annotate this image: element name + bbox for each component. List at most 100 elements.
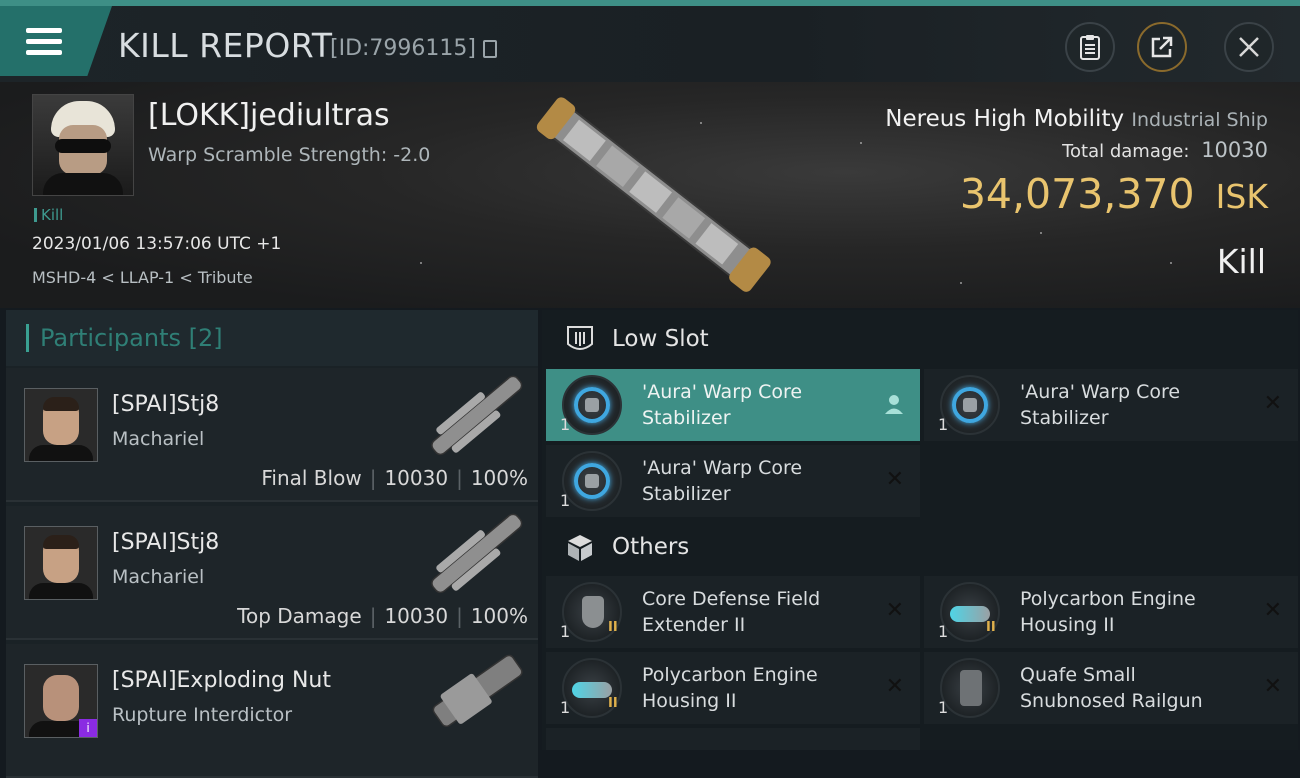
close-icon: ✕ [885,467,904,492]
tech2-badge: II [986,620,996,635]
copy-id-icon[interactable] [483,40,497,58]
victim-avatar[interactable] [32,94,134,196]
isk-value: 34,073,370 ISK [960,170,1268,218]
participant-name: [SPAI]Exploding Nut [112,668,331,693]
share-button[interactable] [1137,22,1187,72]
share-icon [1151,36,1173,58]
participant-ship-image [432,654,523,728]
participant-avatar[interactable]: i [24,664,98,738]
header-bar: KILL REPORT [ID:7996115] [0,6,1300,82]
person-icon [885,395,903,414]
ship-class: Industrial Ship [1131,109,1268,131]
module-qty: 1 [560,698,571,717]
close-icon: ✕ [1263,391,1282,416]
module-qty: 1 [560,415,571,434]
total-damage-value: 10030 [1201,138,1268,162]
participant-name: [SPAI]Stj8 [112,392,220,417]
participant-role: Top Damage [237,604,362,628]
close-icon: ✕ [1263,598,1282,623]
module-name: 'Aura' Warp Core Stabilizer [1020,381,1181,429]
victim-summary: [LOKK]jediultras Warp Scramble Strength:… [0,82,1300,308]
participant-role: Final Blow [261,466,362,490]
low-slot-icon [567,326,593,350]
victim-ship-image[interactable] [520,88,790,298]
participant-avatar[interactable] [24,388,98,462]
module-item-partial[interactable] [546,728,920,750]
isk-amount: 34,073,370 [959,170,1195,218]
others-header: Others [542,518,1298,578]
module-item[interactable]: 1 'Aura' Warp Core Stabilizer ✕ [546,445,920,517]
participant-ship-image [431,513,523,594]
menu-icon [26,28,62,56]
close-icon [1239,37,1259,57]
participant-ship: Machariel [112,428,205,450]
close-icon: ✕ [885,598,904,623]
participant-stats: Top Damage | 10030 | 100% [237,604,528,628]
ship-name: Nereus High Mobility [885,106,1125,132]
menu-button[interactable] [0,6,112,76]
participant-ship-image [431,375,523,456]
clipboard-icon [1080,35,1100,60]
railgun-icon [940,658,1000,718]
module-item[interactable]: 1 II Polycarbon Engine Housing II ✕ [546,652,920,724]
others-title: Others [612,534,690,560]
module-name: Polycarbon Engine Housing II [1020,588,1196,636]
module-item[interactable]: 1 'Aura' Warp Core Stabilizer ✕ [924,369,1298,441]
module-item[interactable]: 1 II Core Defense Field Extender II ✕ [546,576,920,648]
module-item[interactable]: 1 II Polycarbon Engine Housing II ✕ [924,576,1298,648]
module-name: Quafe Small Snubnosed Railgun [1020,664,1203,712]
tech2-badge: II [608,620,618,635]
participant-damage: 10030 [384,604,449,628]
module-qty: 1 [560,491,571,510]
module-qty: 1 [560,622,571,641]
warp-scramble-strength: Warp Scramble Strength: -2.0 [148,144,431,166]
participant-percent: 100% [470,604,528,628]
close-button[interactable] [1224,22,1274,72]
participant-name: [SPAI]Stj8 [112,530,220,555]
victim-ship-name[interactable]: Nereus High Mobility Industrial Ship [885,106,1268,132]
result-label: Kill [1216,242,1266,281]
participants-panel: Participants [2] [SPAI]Stj8 Machariel Fi… [6,310,538,778]
warp-core-stabilizer-icon [562,451,622,511]
kill-location[interactable]: MSHD-4 < LLAP-1 < Tribute [32,268,253,287]
module-name: 'Aura' Warp Core Stabilizer [642,381,803,429]
low-slot-header: Low Slot [542,310,1298,370]
module-name: Core Defense Field Extender II [642,588,821,636]
low-slot-title: Low Slot [612,326,709,352]
close-icon: ✕ [885,674,904,699]
warp-core-stabilizer-icon [562,375,622,435]
total-damage: Total damage: 10030 [1062,138,1268,162]
participant-damage: 10030 [384,466,449,490]
page-title: KILL REPORT [118,26,333,65]
module-qty: 1 [938,698,949,717]
total-damage-label: Total damage: [1062,141,1190,162]
participant-ship: Machariel [112,566,205,588]
victim-name[interactable]: [LOKK]jediultras [148,98,390,133]
kill-tag: Kill [34,206,63,224]
participant-stats: Final Blow | 10030 | 100% [261,466,528,490]
participant-ship: Rupture Interdictor [112,704,292,726]
info-badge-icon: i [79,719,97,737]
report-id: [ID:7996115] [330,36,476,61]
participant-avatar[interactable] [24,526,98,600]
module-item[interactable]: 1 Quafe Small Snubnosed Railgun ✕ [924,652,1298,724]
close-icon: ✕ [1263,674,1282,699]
module-name: 'Aura' Warp Core Stabilizer [642,457,803,505]
tech2-badge: II [608,696,618,711]
module-qty: 1 [938,415,949,434]
participants-title: Participants [2] [40,324,223,352]
participants-header: Participants [2] [6,310,538,366]
module-name: Polycarbon Engine Housing II [642,664,818,712]
participant-row[interactable]: [SPAI]Stj8 Machariel Final Blow | 10030 | 10… [6,368,538,502]
isk-unit: ISK [1215,177,1268,216]
module-item[interactable]: 1 'Aura' Warp Core Stabilizer [546,369,920,441]
participant-row[interactable]: [SPAI]Stj8 Machariel Top Damage | 10030 | 10… [6,506,538,640]
kill-datetime: 2023/01/06 13:57:06 UTC +1 [32,234,282,254]
cube-icon [568,535,592,561]
participant-percent: 100% [470,466,528,490]
clipboard-button[interactable] [1065,22,1115,72]
warp-core-stabilizer-icon [940,375,1000,435]
participant-row[interactable]: i [SPAI]Exploding Nut Rupture Interdicto… [6,644,538,778]
fitting-panel: Low Slot 1 'Aura' Warp Core Stabilizer 1… [542,310,1298,750]
module-qty: 1 [938,622,949,641]
